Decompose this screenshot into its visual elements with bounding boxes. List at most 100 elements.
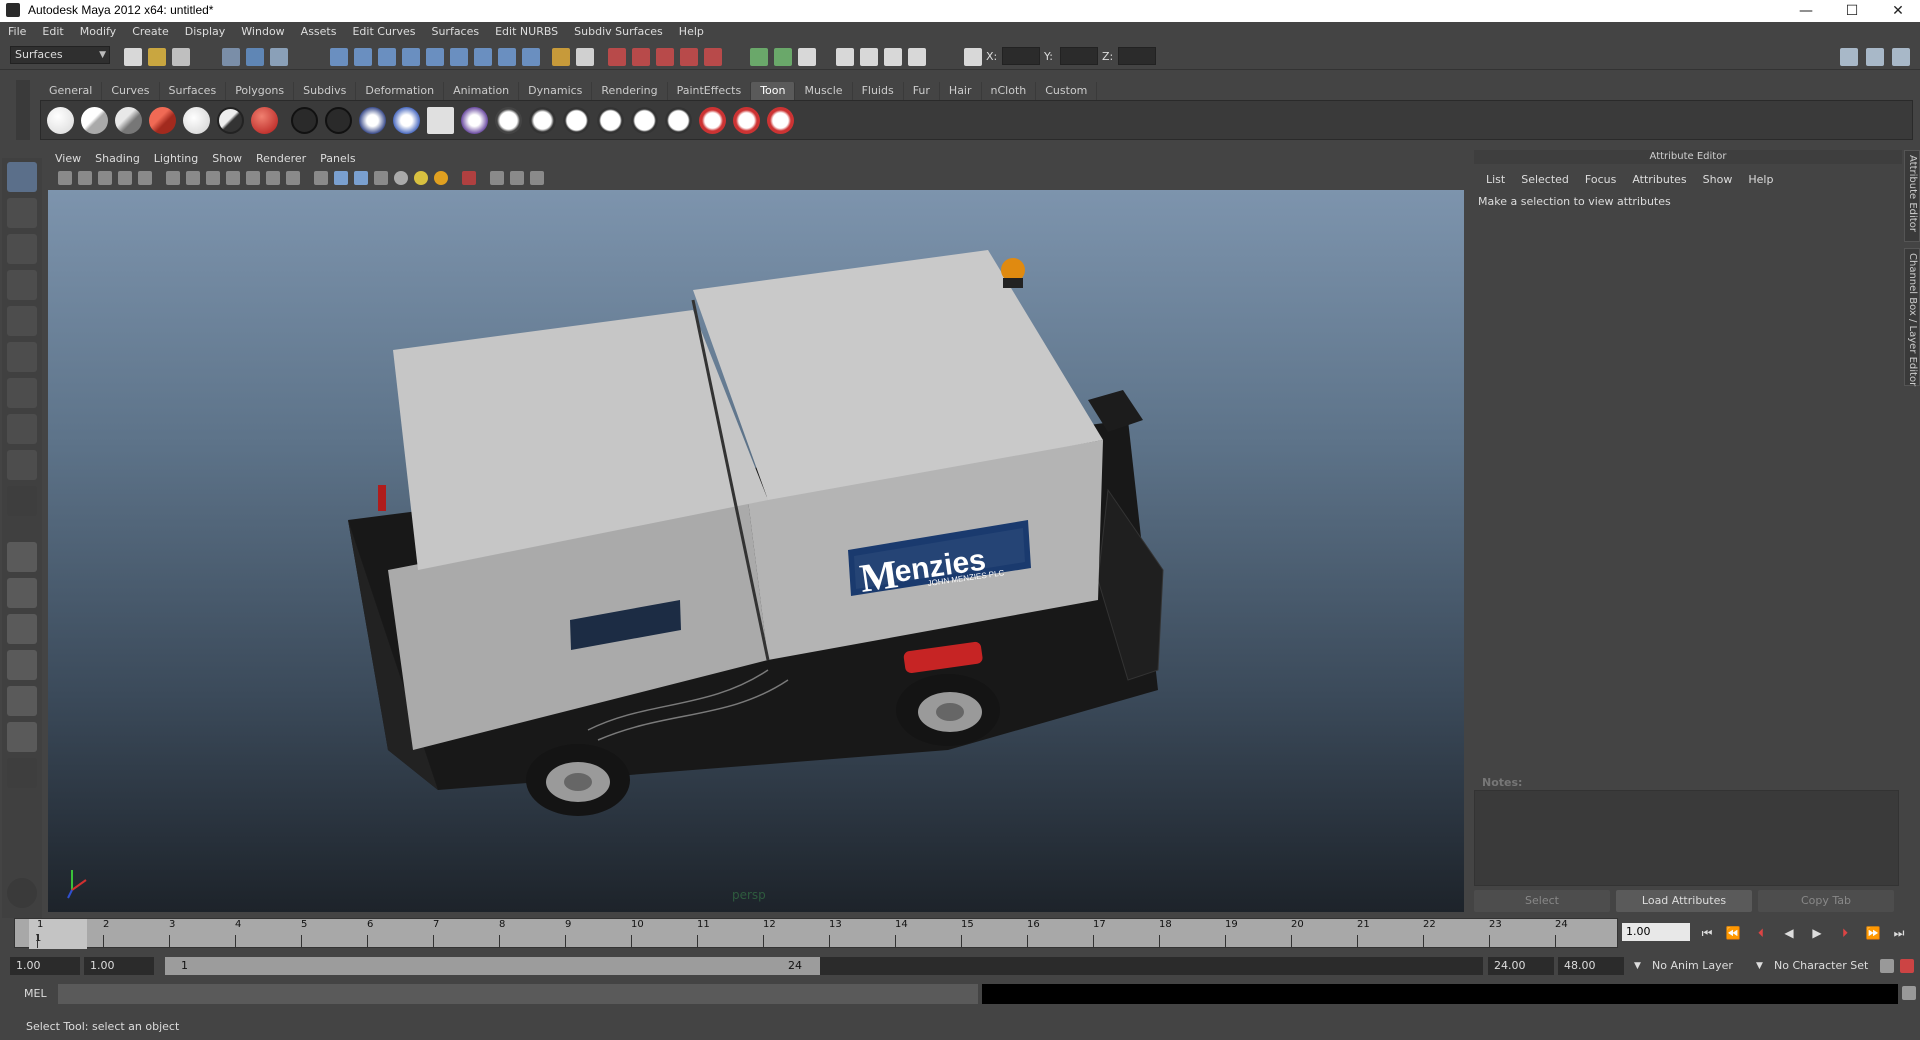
smooth-shade-icon[interactable] [334,171,348,185]
shelf-tab-dynamics[interactable]: Dynamics [519,82,593,100]
snap-point-icon[interactable] [656,48,674,66]
paint-line-attributes-icon[interactable] [427,107,454,134]
script-editor-icon[interactable] [1902,986,1916,1000]
help-query-icon[interactable] [522,48,540,66]
history-output-icon[interactable] [774,48,792,66]
render-view-icon[interactable] [836,48,854,66]
toon-line-6-icon[interactable] [631,107,658,134]
menu-subdiv-surfaces[interactable]: Subdiv Surfaces [566,22,671,42]
isolate-select-icon[interactable] [490,171,504,185]
perspective-viewport[interactable]: M enzies JOHN MENZIES PLC persp [48,190,1464,912]
shelf-tab-animation[interactable]: Animation [444,82,520,100]
toon-line-2-icon[interactable] [495,107,522,134]
toon-shader-shaded-brightness-icon[interactable] [115,107,142,134]
render-current-icon[interactable] [860,48,878,66]
ae-menu-focus[interactable]: Focus [1577,172,1624,188]
bookmark-icon[interactable] [98,171,112,185]
toon-line-4-icon[interactable] [563,107,590,134]
use-default-light-icon[interactable] [394,171,408,185]
tool-settings-toggle-icon[interactable] [1866,48,1884,66]
ae-menu-list[interactable]: List [1478,172,1513,188]
mask-icon-4[interactable] [402,48,420,66]
panel-menu-renderer[interactable]: Renderer [249,150,313,168]
playback-end-field[interactable]: 24.00 [1488,957,1554,975]
tab-channel-box-layer-editor[interactable]: Channel Box / Layer Editor [1904,248,1920,386]
character-set-dropdown-icon[interactable]: ▼ [1756,957,1763,975]
current-time-field[interactable]: 1.00 [1622,923,1690,941]
select-component-icon[interactable] [270,48,288,66]
ae-menu-show[interactable]: Show [1695,172,1741,188]
load-attributes-button[interactable]: Load Attributes [1616,890,1752,912]
film-gate-icon[interactable] [186,171,200,185]
persp-graph-outliner-layout-icon[interactable] [7,722,37,752]
mask-icon-3[interactable] [378,48,396,66]
snap-curve-icon[interactable] [632,48,650,66]
use-all-lights-icon[interactable] [414,171,428,185]
more-layouts-icon[interactable] [7,758,37,788]
single-perspective-layout-icon[interactable] [7,542,37,572]
z-field[interactable] [1118,47,1156,65]
safe-title-icon[interactable] [286,171,300,185]
snap-plane-icon[interactable] [680,48,698,66]
time-slider[interactable]: 1 1 2 3 4 5 6 7 8 9 10 11 12 13 14 15 16 17 18 19 20 21 22 23 2… [14,918,1618,949]
step-back-key-icon[interactable]: ⏪ [1722,924,1744,942]
menu-set-selector[interactable]: Surfaces ▼ [10,46,110,64]
anim-layer-selector[interactable]: No Anim Layer [1652,957,1733,975]
persp-graph-layout-icon[interactable] [7,650,37,680]
select-button[interactable]: Select [1474,890,1610,912]
range-slider-track[interactable]: 1 24 [165,957,1483,975]
textured-icon[interactable] [374,171,388,185]
shelf-tab-subdivs[interactable]: Subdivs [294,82,357,100]
xray-icon[interactable] [462,171,476,185]
mask-icon-2[interactable] [354,48,372,66]
panel-menu-shading[interactable]: Shading [88,150,147,168]
shelf-tab-painteffects[interactable]: PaintEffects [668,82,752,100]
toon-shader-rim-icon[interactable] [251,107,278,134]
soft-modification-icon[interactable] [7,414,37,444]
command-input[interactable] [58,984,978,1004]
step-forward-frame-icon[interactable]: ⏵ [1834,924,1856,942]
camera-select-icon[interactable] [58,171,72,185]
mask-icon-5[interactable] [426,48,444,66]
open-scene-icon[interactable] [148,48,166,66]
anim-layer-dropdown-icon[interactable]: ▼ [1634,957,1641,975]
wireframe-icon[interactable] [314,171,328,185]
render-settings-icon[interactable] [908,48,926,66]
menu-edit-curves[interactable]: Edit Curves [344,22,423,42]
toon-line-5-icon[interactable] [597,107,624,134]
mask-icon-8[interactable] [498,48,516,66]
shadows-icon[interactable] [434,171,448,185]
four-view-layout-icon[interactable] [7,578,37,608]
shelf-tab-custom[interactable]: Custom [1036,82,1098,100]
ae-menu-help[interactable]: Help [1740,172,1781,188]
playback-start-field[interactable]: 1.00 [84,957,154,975]
field-chart-icon[interactable] [246,171,260,185]
toon-line-icon[interactable] [461,107,488,134]
rotate-tool-icon[interactable] [7,306,37,336]
step-forward-key-icon[interactable]: ⏩ [1862,924,1884,942]
range-slider-bar[interactable]: 1 24 [165,957,820,975]
toon-shader-light-angle-icon[interactable] [81,107,108,134]
shelf-tab-fur[interactable]: Fur [904,82,940,100]
shelf-tab-ncloth[interactable]: nCloth [982,82,1037,100]
ae-menu-selected[interactable]: Selected [1513,172,1577,188]
command-language-label[interactable]: MEL [24,987,47,1000]
ipr-render-icon[interactable] [884,48,902,66]
outline-black-icon[interactable] [291,107,318,134]
high-quality-icon[interactable] [530,171,544,185]
minimize-button[interactable]: — [1784,0,1828,22]
snap-grid-icon[interactable] [608,48,626,66]
shelf-tab-rendering[interactable]: Rendering [592,82,668,100]
select-tool-icon[interactable] [7,162,37,192]
backface-culling-icon[interactable] [510,171,524,185]
mask-icon[interactable] [330,48,348,66]
shelf-tab-hair[interactable]: Hair [940,82,982,100]
character-set-selector[interactable]: No Character Set [1774,957,1868,975]
end-time-field[interactable]: 48.00 [1558,957,1624,975]
menu-edit[interactable]: Edit [34,22,71,42]
absolute-transform-icon[interactable] [964,48,982,66]
shelf-tab-deformation[interactable]: Deformation [356,82,445,100]
move-tool-icon[interactable] [7,270,37,300]
persp-outliner-layout-icon[interactable] [7,614,37,644]
toon-line-red-3-icon[interactable] [767,107,794,134]
